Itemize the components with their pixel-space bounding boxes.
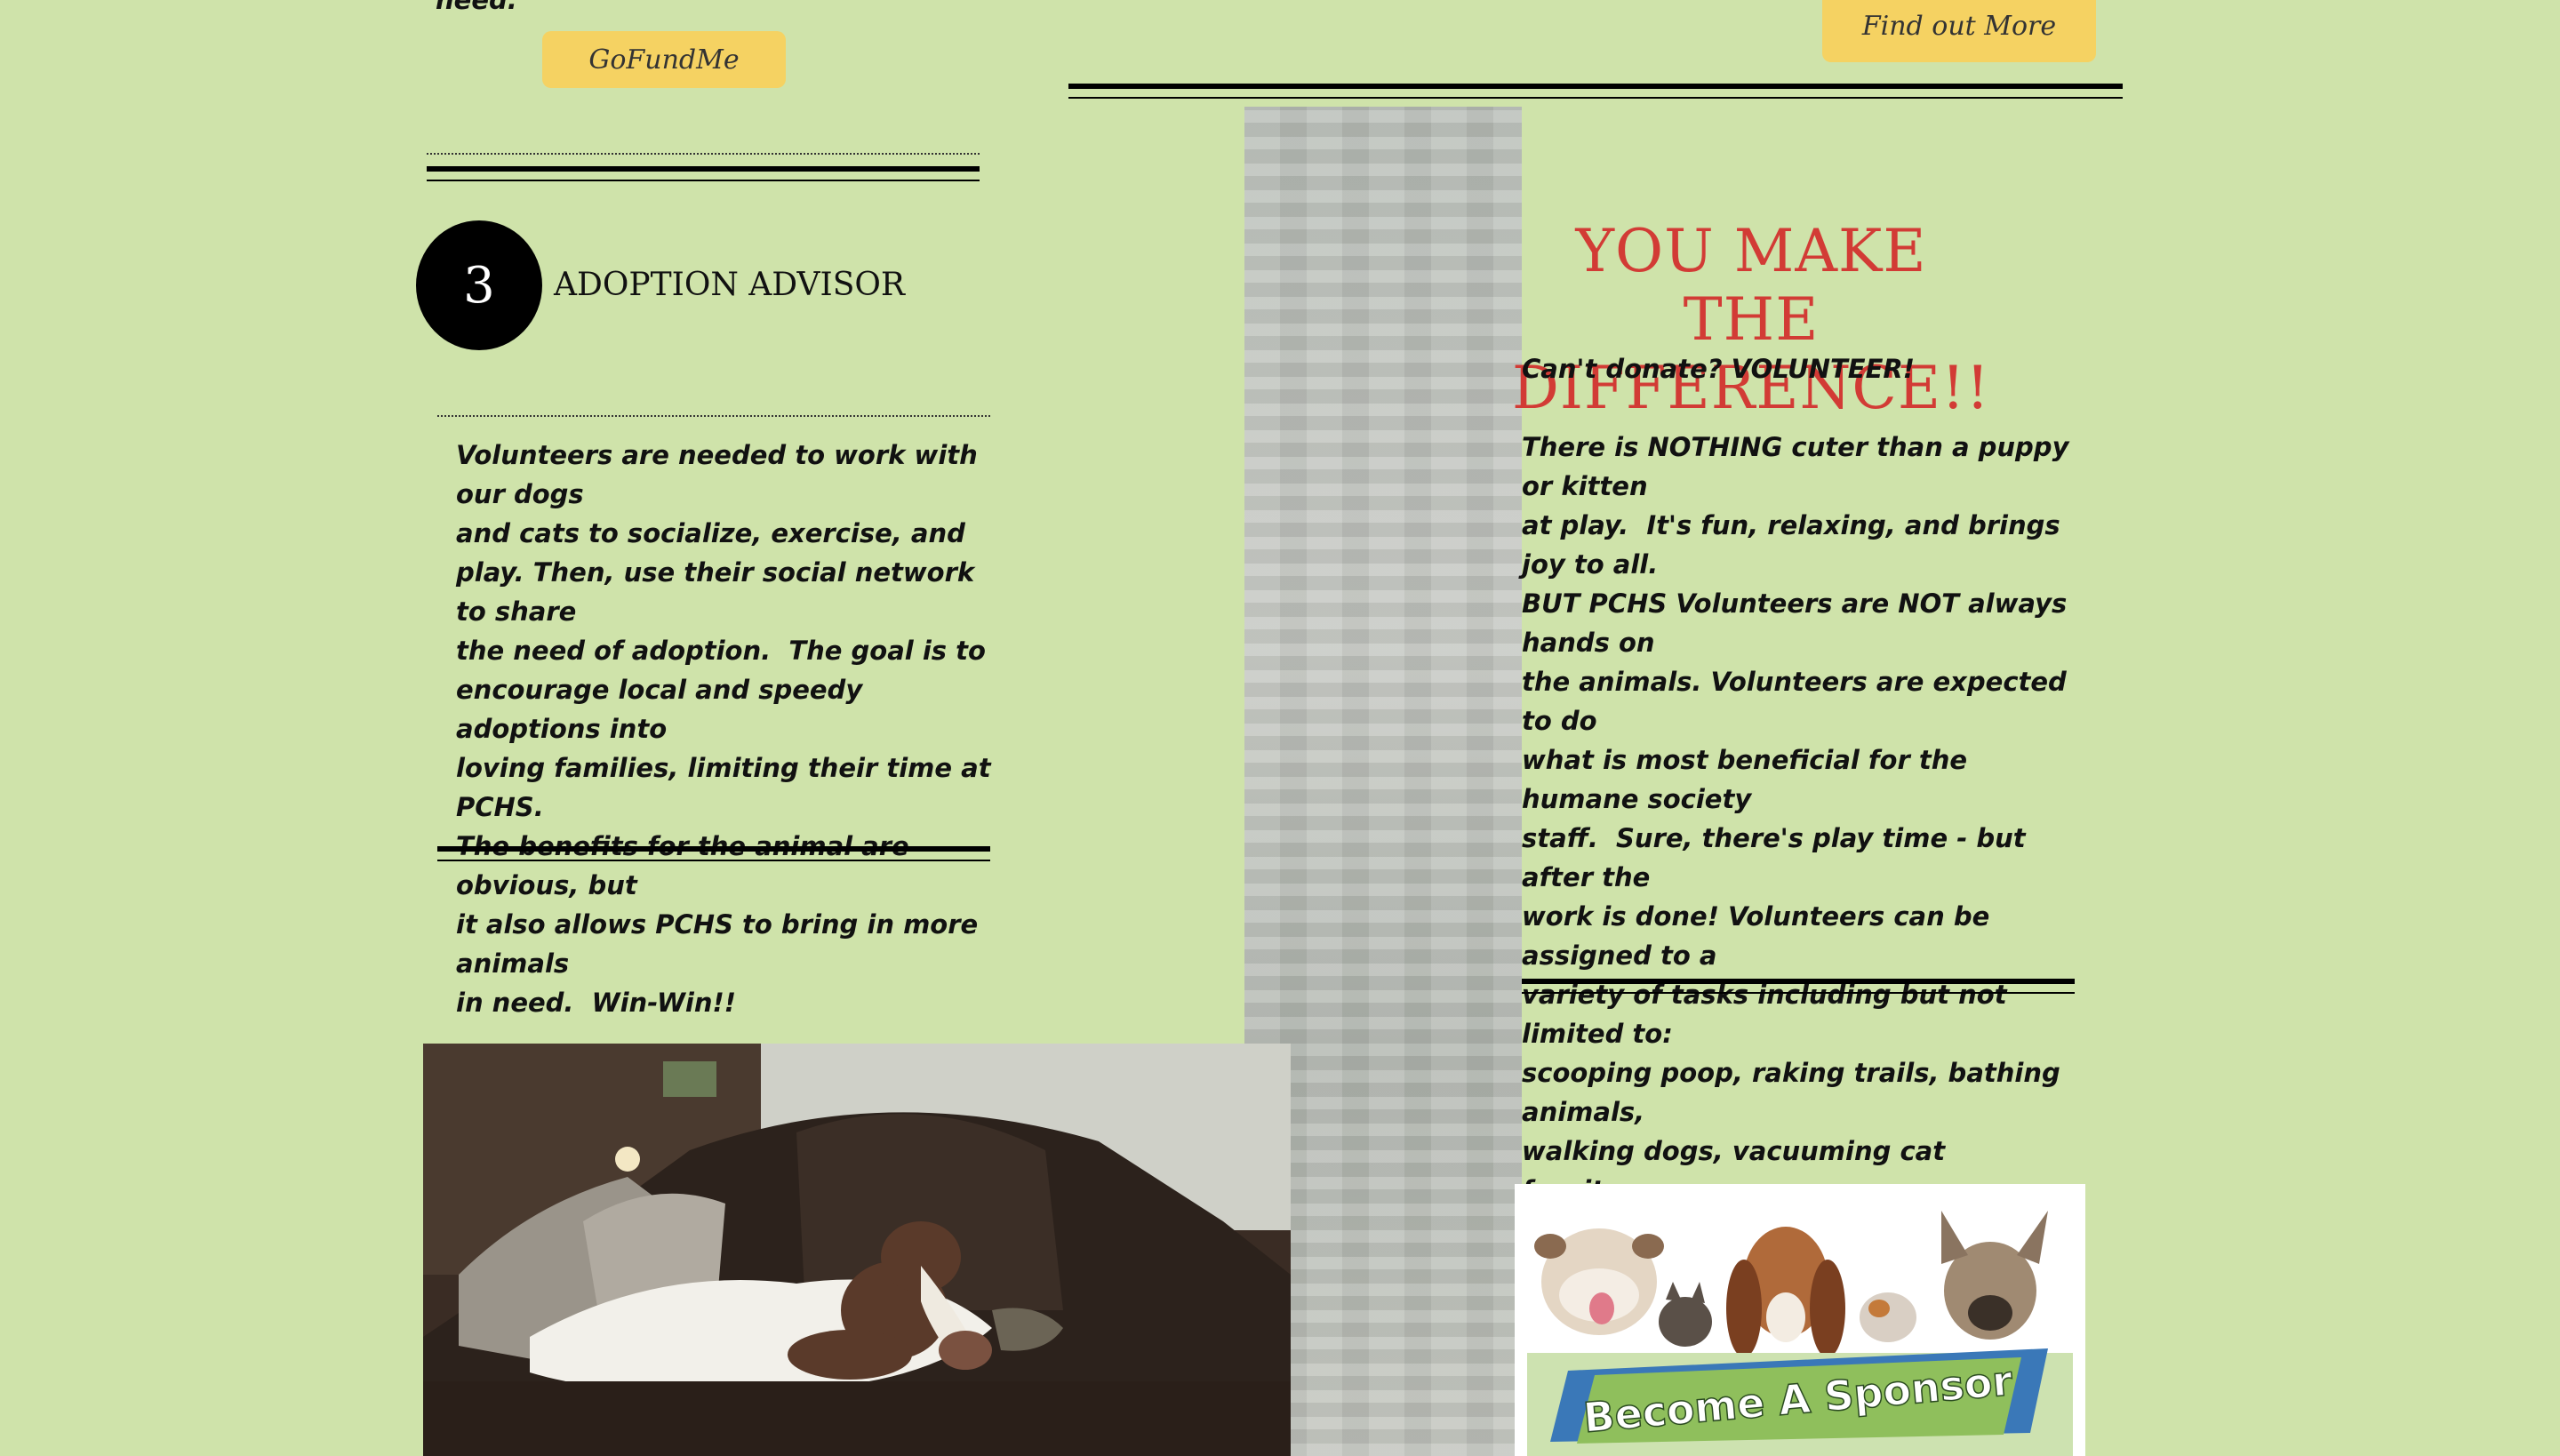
dotted-divider-mid-left: [437, 415, 990, 417]
step-number-badge: 3: [416, 220, 542, 350]
find-out-more-button[interactable]: Find out More: [1822, 0, 2096, 62]
become-a-sponsor-image[interactable]: Become A Sponsor: [1515, 1184, 2085, 1456]
divider-right-lower-thin: [1522, 992, 2075, 994]
step-title: ADOPTION ADVISOR: [554, 267, 906, 303]
sleeping-dog-photo: [423, 1044, 1291, 1456]
divider-left-lower-thin: [437, 860, 990, 861]
gofundme-button[interactable]: GoFundMe: [542, 31, 786, 88]
divider-left-upper-thin: [427, 180, 980, 181]
divider-top-right: [1068, 84, 2123, 89]
divider-right-lower: [1522, 979, 2075, 984]
you-make-the-difference-heading: YOU MAKE THE DIFFERENCE!!: [1511, 217, 1991, 422]
dotted-divider-top-left: [427, 153, 980, 155]
cutoff-text: need.: [436, 0, 517, 15]
volunteer-subheading: Can't donate? VOLUNTEER!: [1522, 354, 1915, 384]
divider-left-lower: [437, 846, 990, 852]
divider-top-right-thin: [1068, 97, 2123, 99]
divider-left-upper: [427, 166, 980, 172]
adoption-advisor-description: Volunteers are needed to work with our d…: [456, 440, 991, 1018]
